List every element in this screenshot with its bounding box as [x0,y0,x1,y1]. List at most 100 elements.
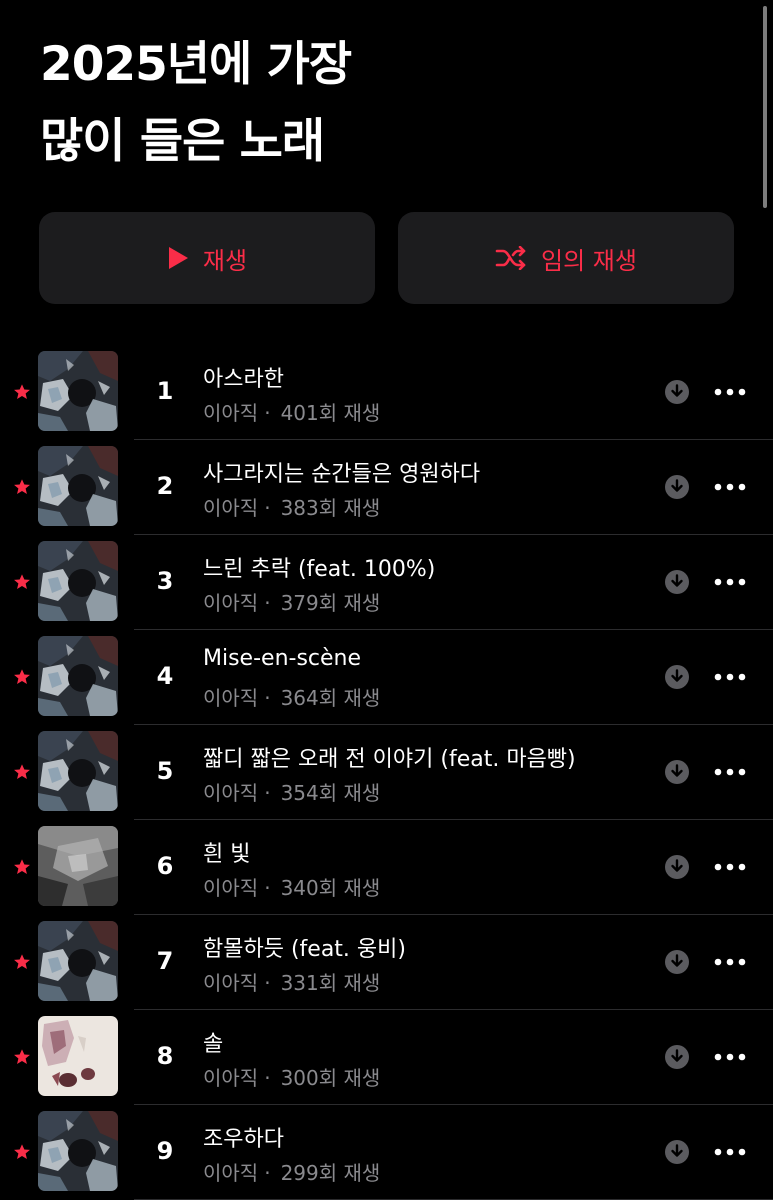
more-options-icon[interactable] [714,1147,746,1157]
separator-dot: · [264,1161,271,1185]
more-options-icon[interactable] [714,1052,746,1062]
track-rank: 7 [156,947,174,975]
more-options-icon[interactable] [714,577,746,587]
more-options-icon[interactable] [714,957,746,967]
album-artwork [38,921,118,1001]
play-button[interactable]: 재생 [39,212,375,304]
track-row[interactable]: 2 사그라지는 순간들은 영원하다이아직 · 383회 재생 [0,440,773,535]
track-artist: 이아직 [203,686,259,710]
track-artist: 이아직 [203,496,259,520]
track-subtitle: 이아직 · 300회 재생 [203,1062,380,1091]
download-icon[interactable] [664,379,690,405]
separator-dot: · [264,401,271,425]
track-subtitle: 이아직 · 331회 재생 [203,967,380,996]
more-options-icon[interactable] [714,672,746,682]
track-title: 함몰하듯 (feat. 웅비) [203,937,406,962]
favorite-star-icon [14,479,30,495]
track-title: 조우하다 [203,1127,284,1152]
track-rank: 3 [156,567,174,595]
track-list: 1 아스라한 이아직 · 401회 재생 2 사그라지는 순간들은 영원하다 이아직 · 383회… [0,345,773,1200]
separator-dot: · [264,686,271,710]
album-artwork [38,1016,118,1096]
shuffle-button[interactable]: 임의 재생 [398,212,734,304]
separator-dot: · [264,971,271,995]
track-artist: 이아직 [203,876,259,900]
page-title-line-2: 많이 들은 노래 [40,114,325,169]
track-rank: 9 [156,1137,174,1165]
more-options-icon[interactable] [714,387,746,397]
download-icon[interactable] [664,759,690,785]
favorite-star-icon [14,384,30,400]
page-title: 2025년에 가장 많이 들은 노래 [40,26,352,180]
track-subtitle: 이아직 · 383회 재생 [203,492,380,521]
track-subtitle: 이아직 · 401회 재생 [203,397,380,426]
favorite-star-icon [14,574,30,590]
download-icon[interactable] [664,949,690,975]
download-icon[interactable] [664,1139,690,1165]
track-row[interactable]: 3 느린 추락 (feat. 100%) 이아직 · 379회 재생 [0,535,773,630]
track-title: 흰 빛 [203,842,251,867]
favorite-star-icon [14,1049,30,1065]
track-artist: 이아직 [203,1066,259,1090]
track-play-count: 300회 재생 [280,1066,381,1090]
track-rank: 5 [156,757,174,785]
shuffle-icon [495,246,527,270]
download-icon[interactable] [664,569,690,595]
track-play-count: 331회 재생 [280,971,381,995]
track-play-count: 299회 재생 [280,1161,381,1185]
track-row[interactable]: 6 흰 빛이아직 · 340회 재생 [0,820,773,915]
more-options-icon[interactable] [714,767,746,777]
track-subtitle: 이아직 · 299회 재생 [203,1157,380,1186]
track-artist: 이아직 [203,781,259,805]
favorite-star-icon [14,859,30,875]
track-play-count: 340회 재생 [280,876,381,900]
track-row[interactable]: 9 조우하다이아직 · 299회 재생 [0,1105,773,1200]
track-play-count: 364회 재생 [280,686,381,710]
track-subtitle: 이아직 · 340회 재생 [203,872,380,901]
download-icon[interactable] [664,474,690,500]
separator-dot: · [264,496,271,520]
track-rank: 4 [156,662,174,690]
track-rank: 6 [156,852,174,880]
play-icon [167,246,189,270]
download-icon[interactable] [664,1044,690,1070]
more-options-icon[interactable] [714,482,746,492]
track-artist: 이아직 [203,591,259,615]
separator-dot: · [264,781,271,805]
download-icon[interactable] [664,664,690,690]
track-row[interactable]: 1 아스라한 이아직 · 401회 재생 [0,345,773,440]
track-artist: 이아직 [203,971,259,995]
track-play-count: 354회 재생 [280,781,381,805]
separator-dot: · [264,591,271,615]
track-subtitle: 이아직 · 354회 재생 [203,777,380,806]
track-title: 사그라지는 순간들은 영원하다 [203,462,481,487]
album-artwork [38,636,118,716]
album-artwork [38,351,118,431]
track-title: 느린 추락 (feat. 100%) [203,557,436,582]
track-artist: 이아직 [203,1161,259,1185]
download-icon[interactable] [664,854,690,880]
separator-dot: · [264,876,271,900]
track-rank: 2 [156,472,174,500]
track-title: 솔 [203,1032,224,1057]
track-play-count: 383회 재생 [280,496,381,520]
separator-dot: · [264,1066,271,1090]
scrollbar[interactable] [763,6,767,208]
album-artwork [38,446,118,526]
track-rank: 1 [156,377,174,405]
favorite-star-icon [14,764,30,780]
track-row[interactable]: 7 함몰하듯 (feat. 웅비) 이아직 · 331회 재생 [0,915,773,1010]
favorite-star-icon [14,954,30,970]
track-row[interactable]: 4 Mise-en-scène 이아직 · 364회 재생 [0,630,773,725]
track-row[interactable]: 5 짧디 짧은 오래 전 이야기 (feat. 마음빵) 이아직 · 354회 재생 [0,725,773,820]
track-title: 아스라한 [203,367,284,392]
shuffle-button-label: 임의 재생 [541,246,637,275]
track-rank: 8 [156,1042,174,1070]
album-artwork [38,731,118,811]
track-play-count: 379회 재생 [280,591,381,615]
track-play-count: 401회 재생 [280,401,381,425]
more-options-icon[interactable] [714,862,746,872]
track-subtitle: 이아직 · 379회 재생 [203,587,380,616]
track-row[interactable]: 8 솔이아직 · 300회 재생 [0,1010,773,1105]
album-artwork [38,826,118,906]
